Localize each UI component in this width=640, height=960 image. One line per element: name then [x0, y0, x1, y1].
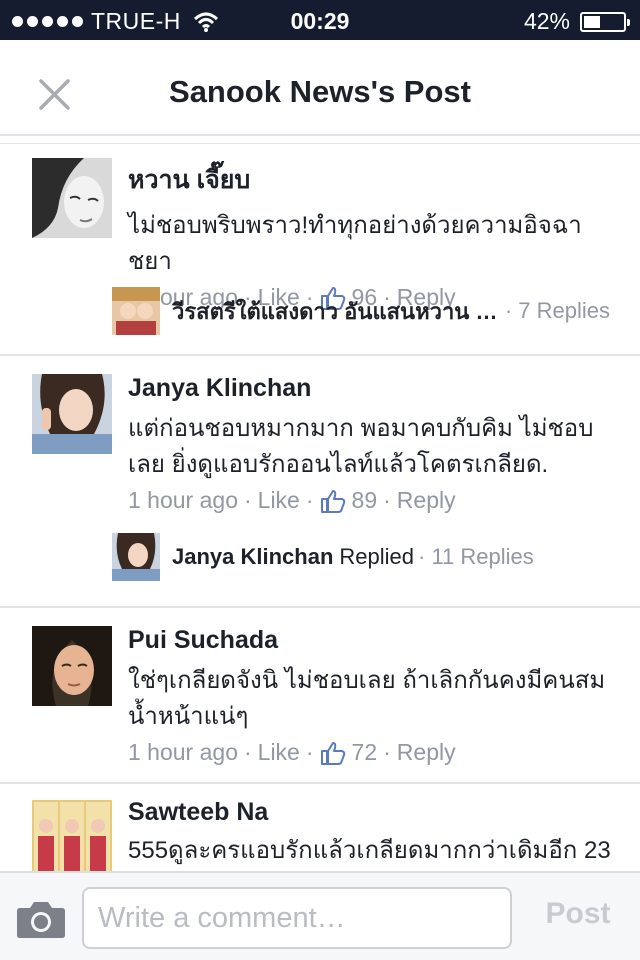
- commenter-name[interactable]: Sawteeb Na: [128, 798, 614, 827]
- reply-author: Janya Klinchan: [172, 544, 334, 569]
- like-count: 89: [351, 487, 378, 513]
- battery-percent: 42%: [523, 8, 570, 34]
- page-title: Sanook News's Post: [169, 74, 471, 109]
- comment-text: ไม่ชอบพริบพราว!ทำทุกอย่างด้วยความอิจฉาชย…: [128, 212, 582, 275]
- post-button[interactable]: Post: [528, 897, 628, 931]
- comment-time: 1 hour ago: [128, 739, 238, 765]
- reply-author: วีรสตรีใต้แสงดาว อันแสนหวาน R…: [172, 298, 501, 324]
- comment-text: แต่ก่อนชอบหมากมาก พอมาคบกับคิม ไม่ชอบเลย…: [128, 415, 594, 478]
- status-bar: TRUE-H 00:29 42%: [0, 0, 640, 40]
- commenter-name[interactable]: หวาน เจี๊ยบ: [128, 160, 614, 200]
- thumbs-up-icon: [320, 740, 346, 766]
- commenter-name[interactable]: Pui Suchada: [128, 626, 614, 655]
- comment-feed[interactable]: หวาน เจี๊ยบ ไม่ชอบพริบพราว!ทำทุกอย่างด้ว…: [0, 138, 640, 871]
- comment-item: หวาน เจี๊ยบ ไม่ชอบพริบพราว!ทำทุกอย่างด้ว…: [0, 144, 640, 356]
- reply-count: · 11 Replies: [418, 544, 534, 569]
- like-button[interactable]: Like: [258, 487, 300, 514]
- comment-item: Janya Klinchan แต่ก่อนชอบหมากมาก พอมาคบก…: [0, 356, 640, 608]
- reply-preview[interactable]: Janya Klinchan Replied · 11 Replies: [112, 532, 610, 582]
- comment-body: Janya Klinchan แต่ก่อนชอบหมากมาก พอมาคบก…: [128, 374, 614, 514]
- avatar[interactable]: [32, 158, 112, 238]
- comment-time: 1 hour ago: [128, 487, 238, 513]
- thumbs-up-icon: [320, 488, 346, 514]
- comment-item: Sawteeb Na 555ดูละครแอบรักแล้วเกลียดมากก…: [0, 784, 640, 871]
- reply-avatar: [112, 287, 160, 335]
- reply-avatar: [112, 533, 160, 581]
- comment-item: Pui Suchada ใช่ๆเกลียดจังนิ ไม่ชอบเลย ถ้…: [0, 608, 640, 784]
- reply-status: Replied: [339, 544, 414, 569]
- like-button[interactable]: Like: [258, 739, 300, 766]
- camera-icon: [17, 902, 65, 938]
- comment-body: Pui Suchada ใช่ๆเกลียดจังนิ ไม่ชอบเลย ถ้…: [128, 626, 614, 766]
- avatar[interactable]: [32, 374, 112, 454]
- reply-count: · 7 Replies: [504, 298, 610, 323]
- comment-text: 555ดูละครแอบรักแล้วเกลียดมากกว่าเดิมอีก …: [128, 837, 611, 864]
- avatar[interactable]: [32, 800, 112, 871]
- reply-button[interactable]: Reply: [397, 487, 456, 514]
- comment-meta: 1 hour ago · Like · 72 · Reply: [128, 739, 456, 766]
- comment-input[interactable]: [82, 887, 512, 949]
- reply-button[interactable]: Reply: [397, 739, 456, 766]
- post-header: Sanook News's Post: [0, 40, 640, 136]
- comment-composer: Post: [0, 871, 640, 960]
- camera-button[interactable]: [16, 899, 66, 939]
- avatar[interactable]: [32, 626, 112, 706]
- commenter-name[interactable]: Janya Klinchan: [128, 374, 614, 403]
- comment-meta: 1 hour ago · Like · 89 · Reply: [128, 487, 456, 514]
- reply-preview[interactable]: วีรสตรีใต้แสงดาว อันแสนหวาน R… · 7 Repli…: [112, 286, 610, 336]
- comment-text: ใช่ๆเกลียดจังนิ ไม่ชอบเลย ถ้าเลิกกันคงมี…: [128, 667, 606, 730]
- comment-body: Sawteeb Na 555ดูละครแอบรักแล้วเกลียดมากก…: [128, 798, 614, 869]
- battery-group: 42%: [523, 8, 630, 35]
- like-count: 72: [351, 739, 378, 765]
- battery-icon: [580, 11, 630, 32]
